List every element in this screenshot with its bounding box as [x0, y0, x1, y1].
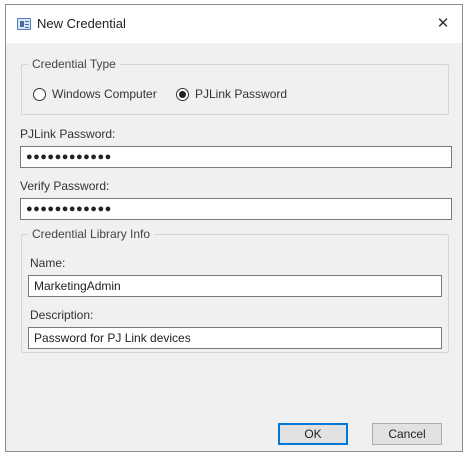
close-button[interactable]: ✕	[432, 13, 454, 35]
radio-pjlink-password[interactable]: PJLink Password	[176, 87, 287, 101]
radio-windows-computer-indicator[interactable]	[33, 87, 46, 101]
description-label: Description:	[30, 308, 94, 322]
radio-pjlink-password-label: PJLink Password	[195, 87, 288, 101]
name-input[interactable]: MarketingAdmin	[28, 275, 442, 297]
verify-password-input[interactable]: ●●●●●●●●●●●●	[20, 198, 452, 220]
credential-library-info-legend: Credential Library Info	[32, 227, 151, 241]
dialog-title: New Credential	[37, 16, 126, 31]
radio-windows-computer-label: Windows Computer	[52, 87, 157, 101]
credential-app-icon	[17, 18, 31, 30]
cancel-button[interactable]: Cancel	[372, 423, 442, 445]
name-label: Name:	[30, 256, 66, 270]
ok-button[interactable]: OK	[278, 423, 348, 445]
new-credential-dialog: New Credential ✕ Credential Type Windows…	[5, 4, 463, 452]
verify-password-label: Verify Password:	[20, 179, 110, 193]
description-input[interactable]: Password for PJ Link devices	[28, 327, 442, 349]
pjlink-password-input[interactable]: ●●●●●●●●●●●●	[20, 146, 452, 168]
credential-type-group: Credential Type	[21, 57, 449, 115]
title-bar: New Credential ✕	[6, 5, 462, 43]
radio-windows-computer[interactable]: Windows Computer	[33, 87, 157, 101]
radio-pjlink-password-indicator[interactable]	[176, 87, 189, 101]
pjlink-password-label: PJLink Password:	[20, 127, 116, 141]
credential-type-legend: Credential Type	[32, 57, 116, 71]
